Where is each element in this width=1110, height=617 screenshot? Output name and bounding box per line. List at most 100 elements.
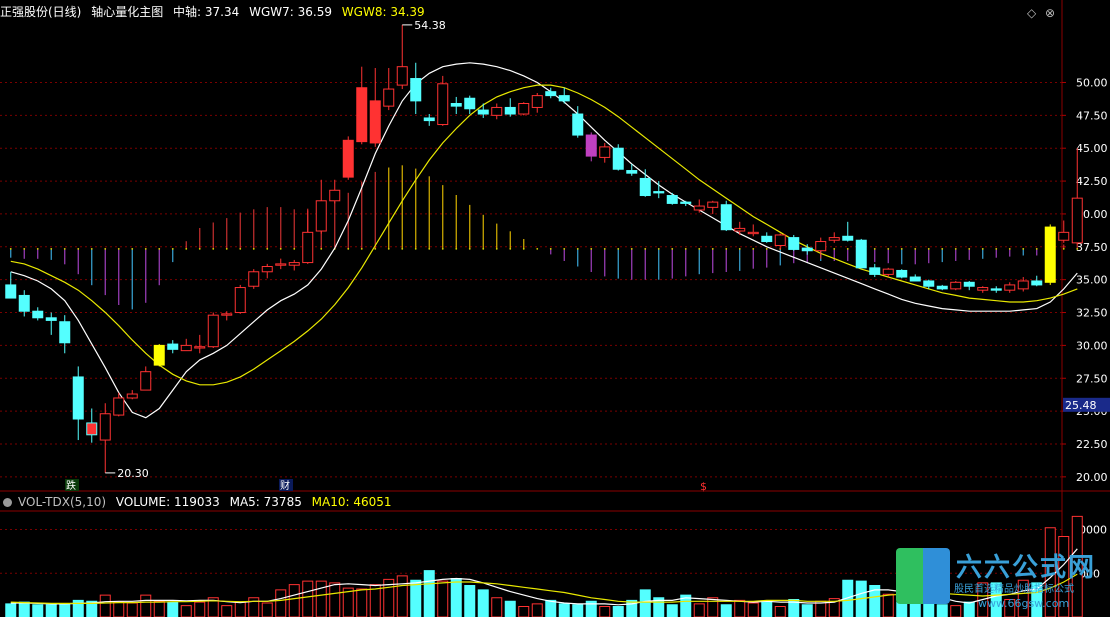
candle-body <box>5 284 17 299</box>
candle-body <box>437 83 449 126</box>
candle-body <box>599 146 611 158</box>
axis-dot <box>90 248 93 250</box>
indicator-toggle-icon[interactable] <box>3 498 12 507</box>
volume-bar <box>275 589 287 617</box>
axis-dot <box>77 248 80 250</box>
ma-white-line <box>10 62 1078 419</box>
candle-body <box>194 346 206 349</box>
volume-bar <box>450 578 462 617</box>
candle-body <box>113 397 125 416</box>
indicator-name: 轴心量化主图 <box>91 5 164 19</box>
candle-body <box>963 281 975 287</box>
volume-bar <box>882 593 894 617</box>
axis-dot <box>833 248 836 250</box>
volume-bar <box>963 601 975 617</box>
candle-body <box>59 321 71 344</box>
candle-body <box>423 117 435 122</box>
candle-body <box>531 95 543 108</box>
candle-body <box>477 109 489 115</box>
volume-bar <box>261 602 273 617</box>
axis-dot <box>1076 248 1079 250</box>
axis-dot <box>941 248 944 250</box>
axis-dot <box>468 248 471 250</box>
candle-body <box>518 103 530 115</box>
candle-body <box>842 235 854 241</box>
axis-dot <box>671 248 674 250</box>
axis-dot <box>252 248 255 250</box>
price-tag-label: 25.48 <box>1065 399 1097 412</box>
volume-bar <box>734 599 746 617</box>
axis-dot <box>846 248 849 250</box>
candle-body <box>32 310 44 319</box>
candle-body <box>1031 280 1043 286</box>
axis-dot <box>414 248 417 250</box>
axis-dot <box>266 248 269 250</box>
volume-bar <box>612 606 624 617</box>
candle-body <box>680 201 692 204</box>
price-tick-label: 45.00 <box>1076 142 1108 155</box>
price-tick-label: 20.00 <box>1076 471 1108 484</box>
volume-bar <box>315 580 327 617</box>
price-tick-label: 22.50 <box>1076 438 1108 451</box>
axis-dot <box>225 248 228 250</box>
volume-bar <box>437 580 449 617</box>
volume-bar <box>774 606 786 617</box>
candle-body <box>329 189 341 202</box>
volume-bar <box>707 597 719 617</box>
main-chart-header: 正强股份(日线) 轴心量化主图 中轴: 37.34 WGW7: 36.59 WG… <box>0 2 431 22</box>
axis-dot <box>617 248 620 250</box>
candle-body <box>1058 231 1070 241</box>
candle-body <box>612 147 624 170</box>
candle-body <box>369 100 381 144</box>
axis-dot <box>968 248 971 250</box>
watermark-subtitle: 股民首选精品炒股指标公式 <box>954 584 1074 595</box>
axis-dot <box>212 248 215 250</box>
candle-body <box>788 237 800 250</box>
axis-dot <box>347 248 350 250</box>
candle-body <box>126 393 138 399</box>
volume-bar <box>302 580 314 617</box>
watermark-title: 六六公式网 <box>956 553 1097 583</box>
candle-body <box>180 344 192 352</box>
axis-dot <box>36 248 39 250</box>
volume-bar <box>491 597 503 617</box>
candle-body <box>545 91 557 97</box>
axis-dot <box>644 248 647 250</box>
axis-dot <box>887 248 890 250</box>
axis-dot <box>927 248 930 250</box>
candle-body <box>761 235 773 243</box>
volume-bar <box>950 605 962 617</box>
volume-bar <box>761 600 773 617</box>
candle-body <box>882 268 894 275</box>
candle-body <box>288 262 300 266</box>
axis-dot <box>185 248 188 250</box>
axis-dot <box>995 248 998 250</box>
axis-dot <box>590 248 593 250</box>
ma5-label: MA5: 73785 <box>229 495 302 509</box>
axis-dot <box>725 248 728 250</box>
axis-dot <box>536 248 539 250</box>
volume-bar <box>140 594 152 617</box>
volume-bar <box>545 599 557 617</box>
price-tick-label: 27.50 <box>1076 372 1108 385</box>
candle-body <box>72 376 84 420</box>
axis-dot <box>914 248 917 250</box>
volume-bar <box>32 604 44 617</box>
candle-body <box>383 88 395 107</box>
volume-bar <box>923 603 935 617</box>
candle-body <box>909 276 921 282</box>
candle-body <box>801 247 813 252</box>
volume-bar <box>477 589 489 617</box>
diamond-icon[interactable]: ◇ <box>1027 6 1036 20</box>
candle-body <box>815 241 827 252</box>
volume-bar <box>126 602 138 617</box>
price-tick-label: 35.00 <box>1076 274 1108 287</box>
axis-dot <box>387 248 390 250</box>
candle-body <box>977 287 989 291</box>
axis-dot <box>1022 248 1025 250</box>
close-icon[interactable]: ⊗ <box>1045 6 1055 20</box>
candle-body <box>558 95 570 102</box>
wgw7-label: WGW7: 36.59 <box>249 5 332 19</box>
candle-body <box>207 314 219 348</box>
candle-body <box>896 269 908 278</box>
